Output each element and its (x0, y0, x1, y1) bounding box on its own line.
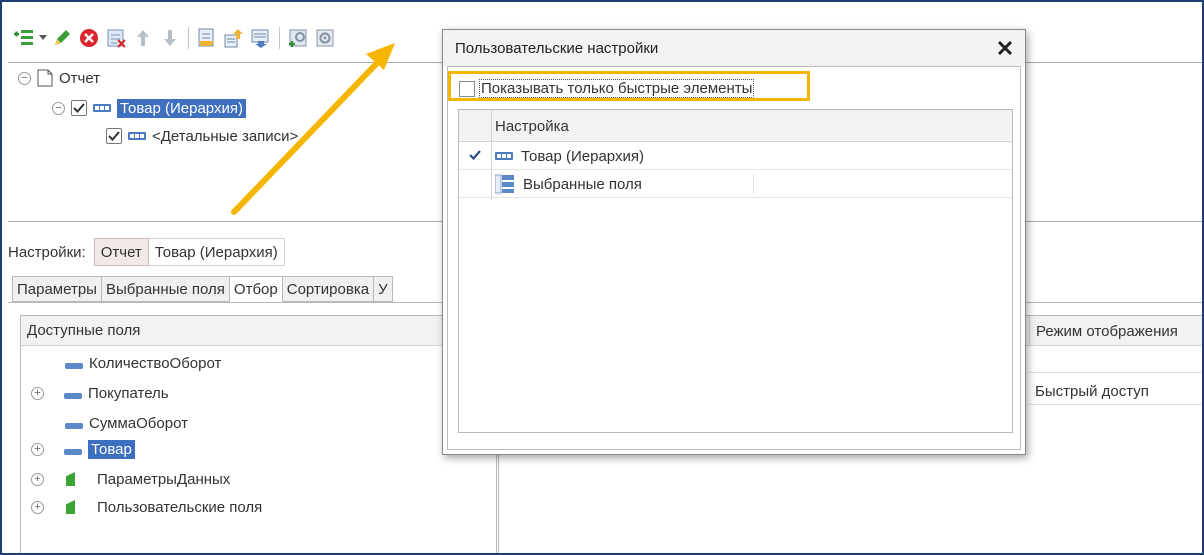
edit-pencil-icon[interactable] (50, 26, 74, 50)
available-fields-list: Доступные поля КоличествоОборот + Покупа… (20, 315, 497, 553)
tree-node-label: Отчет (59, 69, 101, 87)
delete-icon[interactable] (77, 26, 101, 50)
chevron-down-icon[interactable] (39, 35, 47, 41)
column-header-setting[interactable]: Настройка (495, 110, 569, 142)
list-item[interactable]: + Товар (31, 438, 135, 460)
toolbar-separator (188, 27, 189, 49)
column-divider (753, 174, 754, 194)
folder-icon (66, 500, 75, 514)
check-icon (467, 147, 483, 163)
table-row[interactable]: Товар (Иерархия) (459, 142, 1012, 170)
available-fields-header: Доступные поля (21, 316, 496, 346)
dialog-title: Пользовательские настройки (455, 39, 659, 57)
expand-icon[interactable]: + (31, 386, 44, 400)
field-icon (65, 363, 83, 369)
expand-icon[interactable]: + (31, 500, 44, 514)
expand-icon[interactable]: + (31, 442, 44, 456)
list-item[interactable]: КоличествоОборот (65, 352, 221, 374)
add-icon[interactable] (12, 26, 36, 50)
dialog-titlebar: Пользовательские настройки (443, 30, 1025, 66)
grouping-icon (93, 104, 111, 112)
row-label: Выбранные поля (523, 175, 642, 193)
document-icon (37, 69, 53, 87)
settings-label: Настройки: (8, 243, 86, 261)
collapse-icon[interactable]: − (52, 101, 65, 115)
field-icon (64, 449, 82, 455)
list-item-label: Товар (88, 439, 135, 459)
settings-tabs: Параметры Выбранные поля Отбор Сортировк… (12, 276, 393, 302)
user-settings-dialog: Пользовательские настройки Показывать то… (442, 29, 1026, 455)
row-cell: Выбранные поля (495, 170, 642, 198)
row-divider (1029, 372, 1202, 373)
quick-only-checkbox-row[interactable]: Показывать только быстрые элементы (459, 79, 755, 98)
collapse-icon[interactable]: − (18, 71, 31, 85)
expand-icon[interactable]: + (31, 472, 44, 486)
tab-filter[interactable]: Отбор (229, 276, 283, 302)
list-item-label: Пользовательские поля (97, 498, 263, 516)
list-item[interactable]: + Пользовательские поля (31, 496, 262, 518)
user-settings-icon[interactable] (313, 26, 337, 50)
group-down-icon[interactable] (249, 26, 273, 50)
field-icon (64, 393, 82, 399)
checkbox-checked[interactable] (106, 128, 122, 144)
tree-node-details[interactable]: <Детальные записи> (106, 125, 298, 147)
dialog-body: Показывать только быстрые элементы Настр… (447, 66, 1021, 450)
list-item-label: КоличествоОборот (89, 354, 222, 372)
quick-only-checkbox[interactable] (459, 80, 475, 97)
column-header-display-mode[interactable]: Режим отображения (1029, 316, 1202, 346)
tree-node-report[interactable]: − Отчет (18, 67, 100, 89)
field-icon (65, 423, 83, 429)
checkbox-checked[interactable] (71, 100, 87, 116)
list-item-label: ПараметрыДанных (97, 470, 231, 488)
list-item-label: Покупатель (88, 384, 169, 402)
row-cell: Товар (Иерархия) (495, 142, 644, 170)
settings-breadcrumb: Настройки: Отчет Товар (Иерархия) (8, 238, 285, 266)
move-up-icon[interactable] (131, 26, 155, 50)
move-down-icon[interactable] (158, 26, 182, 50)
list-item[interactable]: СуммаОборот (65, 412, 188, 434)
settings-grid: Настройка Товар (Иерархия) Выбранные пол… (458, 109, 1013, 433)
toolbar (12, 24, 337, 52)
crumb-group[interactable]: Товар (Иерархия) (148, 238, 285, 266)
tab-parameters[interactable]: Параметры (12, 276, 102, 302)
tab-sorting[interactable]: Сортировка (282, 276, 375, 302)
close-icon[interactable] (995, 38, 1015, 58)
list-item[interactable]: + ПараметрыДанных (31, 468, 230, 490)
quick-only-label[interactable]: Показывать только быстрые элементы (479, 79, 755, 98)
crumb-report[interactable]: Отчет (93, 238, 149, 266)
list-item-label: СуммаОборот (89, 414, 188, 432)
toolbar-separator (279, 27, 280, 49)
clear-icon[interactable] (104, 26, 128, 50)
tree-node-group[interactable]: − Товар (Иерархия) (52, 97, 246, 119)
tree-node-label: <Детальные записи> (152, 127, 299, 145)
group-icon[interactable] (195, 26, 219, 50)
tree-node-label: Товар (Иерархия) (117, 98, 246, 118)
tab-more[interactable]: У (374, 276, 393, 302)
selected-fields-icon (495, 174, 514, 194)
list-item[interactable]: + Покупатель (31, 382, 169, 404)
row-label: Товар (Иерархия) (521, 147, 644, 165)
group-up-icon[interactable] (222, 26, 246, 50)
window-frame: − Отчет − Товар (Иерархия) <Детальные за… (0, 0, 1204, 555)
row-divider (1029, 404, 1202, 405)
add-settings-icon[interactable] (286, 26, 310, 50)
folder-icon (66, 472, 75, 486)
grouping-icon (128, 132, 146, 140)
grouping-icon (495, 152, 513, 160)
display-mode-cell[interactable]: Быстрый доступ (1035, 379, 1149, 403)
tab-selected-fields[interactable]: Выбранные поля (101, 276, 230, 302)
table-row[interactable]: Выбранные поля (459, 170, 1012, 198)
